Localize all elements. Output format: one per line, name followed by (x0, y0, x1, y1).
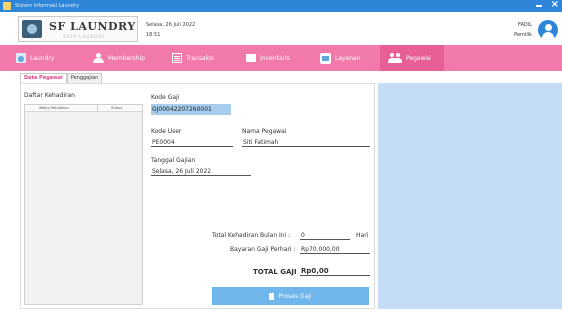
proses-gaji-button[interactable]: Proses Gaji (212, 287, 369, 305)
total-kehadiran-label: Total Kehadiran Bulan Ini : (212, 232, 291, 239)
proses-gaji-label: Proses Gaji (278, 292, 312, 300)
tanggal-gajian-label: Tanggal Gajian (151, 157, 196, 164)
washing-machine-icon (16, 53, 26, 63)
current-date: Selasa, 26 Juli 2022 (146, 22, 196, 28)
tab-data-pegawai[interactable]: Data Pegawai (20, 73, 67, 83)
column-header-status: Status (111, 106, 123, 110)
brand-logo: SF LAUNDRY SAFA LAUNDRY (18, 16, 138, 42)
attendance-list-header: Waktu Kehadiran Status (25, 105, 142, 112)
current-time: 18:51 (146, 32, 161, 38)
tab-strip: Data Pegawai Penggajian (20, 73, 103, 83)
nav-label: Transaksi (186, 54, 214, 62)
attendance-list[interactable]: Waktu Kehadiran Status (24, 104, 143, 305)
nav-label: Layanan (335, 54, 361, 62)
nav-item-membership[interactable]: Membership (92, 45, 162, 71)
kode-gaji-label: Kode Gaji (151, 94, 180, 101)
kode-user-field[interactable]: PE0004 (151, 139, 233, 147)
brand-title: SF LAUNDRY (49, 20, 136, 33)
total-gaji-label: TOTAL GAJI (253, 268, 297, 276)
nav-item-inventaris[interactable]: Inventaris (246, 45, 310, 71)
side-area (378, 83, 562, 309)
nav-item-layanan[interactable]: Layanan (320, 45, 380, 71)
nav-label: Inventaris (260, 54, 290, 62)
nav-label: Pegawai (406, 54, 431, 62)
user-role: Pemilik (514, 32, 532, 38)
nav-item-laundry[interactable]: Laundry (16, 45, 76, 71)
user-avatar-icon[interactable] (538, 20, 558, 40)
bayaran-label: Bayaran Gaji Perhari : (230, 246, 296, 253)
washing-machine-logo-icon (22, 20, 42, 38)
app-icon (3, 2, 11, 10)
attendance-title: Daftar Kehadiran (24, 92, 75, 99)
column-separator (97, 105, 98, 112)
nama-pegawai-field[interactable]: Siti Fatimah (242, 139, 370, 147)
nav-item-pegawai[interactable]: Pegawai (380, 45, 444, 71)
window-title: Sistem Informasi Laundry (15, 3, 79, 9)
user-icon (92, 53, 104, 63)
close-button[interactable]: × (551, 0, 559, 10)
user-name: FADIL (518, 22, 532, 28)
hari-unit-label: Hari (356, 232, 369, 239)
bayaran-field: Rp70.000,00 (300, 246, 370, 254)
column-header-waktu: Waktu Kehadiran (39, 106, 69, 110)
main-navbar: Laundry Membership Transaksi Inventaris … (0, 45, 562, 71)
kode-user-label: Kode User (151, 128, 182, 135)
service-icon (320, 52, 331, 64)
total-gaji-value: Rp0,00 (300, 267, 370, 276)
total-kehadiran-field: 0 (300, 232, 350, 240)
nav-label: Laundry (30, 54, 55, 62)
window-titlebar: Sistem Informasi Laundry × (0, 0, 562, 12)
box-icon (246, 54, 256, 62)
kode-gaji-field[interactable]: GJ00042207260001 (151, 104, 231, 115)
tab-penggajian[interactable]: Penggajian (66, 73, 103, 83)
employees-icon (388, 52, 402, 64)
nama-pegawai-label: Nama Pegawai (242, 128, 287, 135)
brand-tagline: SAFA LAUNDRY (63, 34, 106, 39)
nav-label: Membership (108, 54, 146, 62)
tanggal-gajian-field[interactable]: Selasa, 26 Juli 2022 (151, 168, 251, 176)
minimize-button[interactable] (534, 0, 544, 12)
app-header: SF LAUNDRY SAFA LAUNDRY Selasa, 26 Juli … (0, 12, 562, 45)
receipt-icon (172, 53, 182, 63)
nav-item-transaksi[interactable]: Transaksi (172, 45, 236, 71)
document-icon (269, 292, 275, 300)
minimize-icon (536, 5, 542, 7)
